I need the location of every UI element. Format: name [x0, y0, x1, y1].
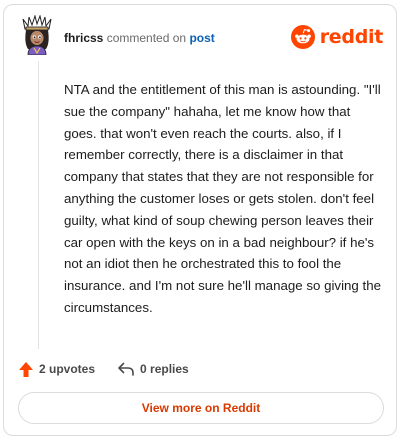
- post-link[interactable]: post: [189, 31, 214, 45]
- user-avatar[interactable]: [20, 14, 54, 56]
- thread-line: [38, 61, 39, 349]
- comment-meta: fhricss commented on post: [64, 31, 215, 45]
- reddit-logo[interactable]: reddit: [290, 24, 384, 50]
- replies-button[interactable]: 0 replies: [117, 361, 189, 377]
- comment-header: fhricss commented on post reddit: [4, 5, 396, 65]
- upvote-button[interactable]: 2 upvotes: [18, 361, 95, 378]
- reddit-wordmark: reddit: [319, 26, 384, 48]
- upvote-arrow-icon: [19, 361, 33, 377]
- avatar-icon: [22, 14, 52, 56]
- comment-body: NTA and the entitlement of this man is a…: [64, 82, 382, 315]
- action-text: commented on: [106, 31, 187, 45]
- comment-card: fhricss commented on post reddit NTA and…: [3, 4, 397, 436]
- upvotes-count: 2 upvotes: [39, 362, 96, 376]
- username-link[interactable]: fhricss: [64, 31, 103, 45]
- reply-arrow-icon: [118, 362, 134, 376]
- replies-count: 0 replies: [140, 362, 189, 376]
- reddit-snoo-icon: [290, 25, 315, 49]
- comment-footer: 2 upvotes 0 replies: [18, 359, 189, 379]
- view-more-button[interactable]: View more on Reddit: [18, 392, 384, 424]
